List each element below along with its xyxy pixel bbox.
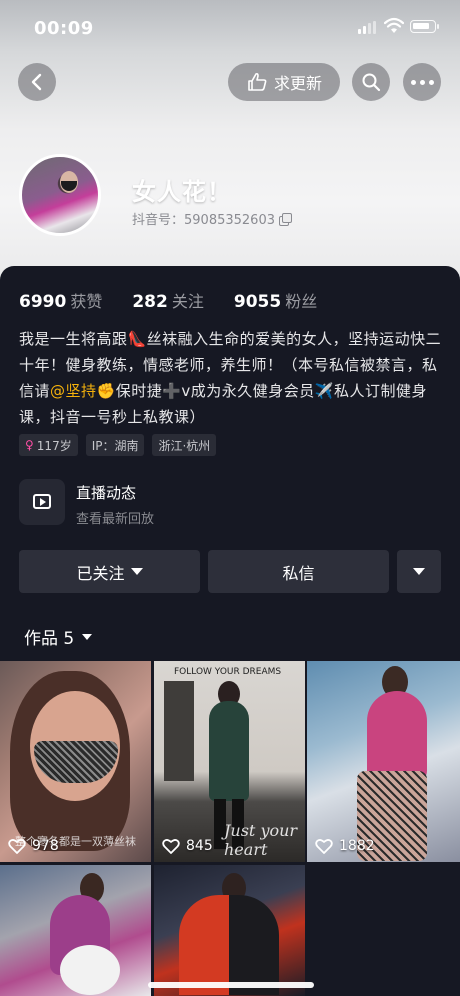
- followed-button[interactable]: 已关注: [19, 550, 200, 593]
- stat-likes[interactable]: 6990 获赞: [19, 288, 102, 312]
- heart-icon: [315, 839, 333, 854]
- search-button[interactable]: [352, 63, 390, 101]
- video-thumbnail[interactable]: 1882: [307, 661, 460, 862]
- location-tag: 浙江·杭州: [152, 434, 217, 456]
- video-thumbnail[interactable]: [154, 865, 305, 996]
- stat-following[interactable]: 282 关注: [132, 288, 204, 312]
- request-update-button[interactable]: 求更新: [228, 63, 340, 101]
- followed-label: 已关注: [76, 563, 125, 583]
- back-button[interactable]: [18, 63, 56, 101]
- search-icon: [362, 73, 381, 92]
- signal-icon: [358, 21, 376, 34]
- profile-bio: 我是一生将高跟👠丝袜融入生命的爱美的女人，坚持运动快二十年！健身教练，情感老师，…: [19, 326, 447, 430]
- request-update-label: 求更新: [273, 74, 322, 93]
- message-button[interactable]: 私信: [208, 550, 389, 593]
- video-thumbnail[interactable]: [0, 865, 151, 996]
- bio-mention-link[interactable]: @坚持: [50, 382, 97, 400]
- douyin-id[interactable]: 抖音号：59085352603: [132, 209, 292, 228]
- video-thumbnail[interactable]: FOLLOW YOUR DREAMS Just your heart 845: [154, 661, 305, 862]
- copy-icon[interactable]: [278, 212, 292, 226]
- caret-down-icon: [413, 568, 425, 575]
- live-subtitle: 查看最新回放: [76, 512, 155, 527]
- heart-icon: [8, 839, 26, 854]
- caret-down-icon: [130, 568, 143, 575]
- video-script-text: Just your heart: [224, 821, 298, 859]
- live-tv-icon: [19, 479, 65, 525]
- more-button[interactable]: [403, 63, 441, 101]
- battery-icon: [410, 20, 439, 33]
- status-time: 00:09: [34, 18, 94, 39]
- ip-tag: IP：湖南: [85, 434, 145, 456]
- message-label: 私信: [282, 563, 315, 583]
- video-thumbnail[interactable]: 整个寒冬都是一双薄丝袜 978: [0, 661, 151, 862]
- profile-nickname: 女人花！: [132, 178, 232, 206]
- live-title: 直播动态: [76, 484, 137, 502]
- video-likes: 1882: [315, 838, 375, 854]
- more-icon: [410, 79, 434, 85]
- douyin-id-text: 抖音号：59085352603: [132, 213, 275, 228]
- age-tag: ♀ 117岁: [19, 434, 78, 456]
- works-tab[interactable]: 作品 5: [24, 624, 93, 649]
- pointing-hand-icon: [248, 72, 267, 91]
- status-bar: 00:09: [0, 0, 460, 54]
- video-likes: 845: [162, 838, 213, 854]
- profile-tags: ♀ 117岁 IP：湖南 浙江·杭州: [19, 434, 217, 456]
- female-icon: ♀: [25, 438, 34, 452]
- avatar[interactable]: [19, 154, 101, 236]
- caret-down-icon: [82, 633, 93, 640]
- profile-stats: 6990 获赞 282 关注 9055 粉丝: [19, 288, 317, 312]
- video-likes: 978: [8, 838, 59, 854]
- live-updates-entry[interactable]: 直播动态 查看最新回放: [19, 478, 319, 527]
- wifi-icon: [384, 17, 404, 33]
- stat-followers[interactable]: 9055 粉丝: [234, 288, 317, 312]
- video-overlay-text: FOLLOW YOUR DREAMS: [174, 667, 282, 677]
- works-label: 作品 5: [24, 629, 75, 649]
- heart-icon: [162, 839, 180, 854]
- home-indicator: [148, 982, 314, 988]
- chevron-left-icon: [31, 73, 42, 91]
- more-options-dropdown[interactable]: [397, 550, 441, 593]
